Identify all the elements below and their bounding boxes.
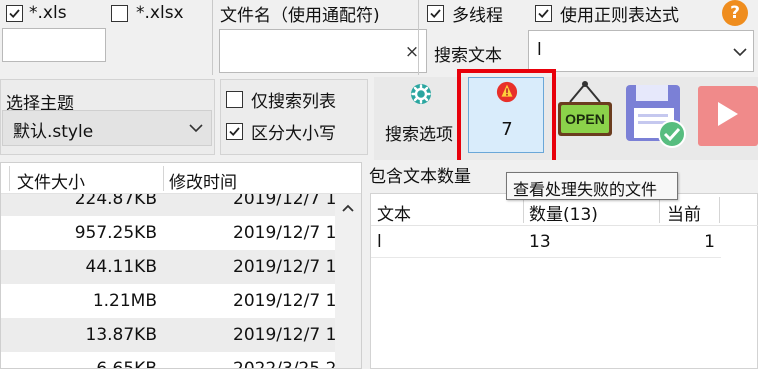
search-text-combobox[interactable]: l: [528, 30, 754, 72]
regex-checkbox[interactable]: 使用正则表达式: [535, 2, 679, 26]
size-cell: 6.65KB: [96, 359, 157, 369]
case-sensitive-label: 区分大小写: [251, 123, 336, 144]
column-header-size-label[interactable]: 文件大小: [17, 168, 85, 193]
table-body: 224.87KB 2019/12/7 1 957.25KB 2019/12/7 …: [1, 182, 335, 369]
play-icon: [718, 102, 738, 126]
theme-select[interactable]: 默认.style: [2, 110, 212, 146]
table-row[interactable]: 44.11KB 2019/12/7 1: [1, 250, 335, 284]
highlight-box: [457, 69, 556, 165]
table-row[interactable]: 6.65KB 2022/3/25 2: [1, 352, 335, 369]
open-button[interactable]: OPEN: [556, 80, 614, 146]
help-button[interactable]: ?: [722, 0, 748, 26]
size-cell: 957.25KB: [74, 223, 157, 243]
open-sign-text: OPEN: [565, 111, 605, 127]
chevron-up-icon[interactable]: [342, 204, 354, 212]
checkbox-box[interactable]: [226, 90, 243, 108]
header-separator: [523, 197, 524, 223]
time-cell: 2019/12/7 1: [233, 291, 335, 311]
column-header-modified-label[interactable]: 修改时间: [169, 168, 237, 193]
start-button[interactable]: [698, 86, 758, 146]
text-cell: l: [377, 232, 382, 252]
search-text-value: l: [537, 40, 542, 60]
search-list-only-checkbox[interactable]: 仅搜索列表: [226, 88, 336, 112]
header-separator: [659, 197, 660, 223]
header-separator: [163, 166, 164, 191]
checkbox-box[interactable]: [535, 4, 552, 22]
count-panel-title: 包含文本数量: [369, 167, 471, 187]
size-cell: 44.11KB: [85, 257, 157, 277]
multithread-label: 多线程: [452, 5, 503, 26]
search-text-label: 搜索文本: [434, 46, 502, 66]
case-sensitive-checkbox[interactable]: 区分大小写: [226, 120, 336, 144]
table-row[interactable]: 957.25KB 2019/12/7 1: [1, 216, 335, 250]
header-separator: [719, 197, 720, 223]
tooltip: 查看处理失败的文件: [506, 172, 678, 200]
count-cell: 13: [529, 232, 551, 252]
table-header-overlay: 文件大小 修改时间: [1, 163, 361, 194]
open-sign-icon: OPEN: [558, 81, 612, 136]
check-icon: [229, 126, 240, 136]
time-cell: 2019/12/7 1: [233, 223, 335, 243]
xlsx-label: *.xlsx: [136, 3, 184, 23]
tooltip-text: 查看处理失败的文件: [513, 180, 658, 199]
check-icon: [430, 8, 441, 18]
vertical-scrollbar[interactable]: [335, 194, 361, 368]
current-cell: 1: [704, 232, 715, 252]
checkbox-box[interactable]: [111, 4, 128, 22]
time-cell: 2019/12/7 1: [233, 325, 335, 345]
count-table: 文本 数量(13) 当前 l 13 1: [370, 193, 758, 369]
theme-selected-value: 默认.style: [13, 122, 94, 142]
multithread-checkbox[interactable]: 多线程: [427, 2, 503, 26]
header-separator: [9, 166, 10, 191]
time-cell: 2022/3/25 2: [233, 359, 335, 369]
search-options-button[interactable]: 搜索选项: [376, 78, 464, 158]
checkbox-box[interactable]: [226, 122, 243, 140]
size-cell: 13.87KB: [85, 325, 157, 345]
regex-label: 使用正则表达式: [560, 5, 679, 26]
clear-filename-button[interactable]: ×: [400, 40, 424, 64]
search-list-only-label: 仅搜索列表: [251, 91, 336, 112]
extension-input[interactable]: [2, 28, 106, 62]
column-header-text[interactable]: 文本: [377, 200, 411, 225]
xls-label: *.xls: [29, 3, 67, 23]
checkbox-box[interactable]: [427, 4, 444, 22]
size-cell: 1.21MB: [92, 291, 157, 311]
divider: [212, 0, 213, 75]
table-row[interactable]: 1.21MB 2019/12/7 1: [1, 284, 335, 318]
close-icon: ×: [404, 42, 420, 62]
chevron-down-icon[interactable]: [733, 48, 747, 57]
filename-input[interactable]: [219, 29, 427, 73]
column-header-count[interactable]: 数量(13): [529, 200, 598, 225]
question-icon: ?: [730, 3, 740, 23]
time-cell: 2019/12/7 1: [233, 257, 335, 277]
checkbox-box[interactable]: [6, 4, 23, 22]
search-options-label: 搜索选项: [385, 125, 453, 145]
save-button[interactable]: [624, 82, 688, 148]
divider: [418, 0, 419, 75]
check-icon: [538, 8, 549, 18]
xlsx-checkbox[interactable]: *.xlsx: [111, 2, 184, 24]
column-header-current[interactable]: 当前: [667, 200, 701, 225]
xls-checkbox[interactable]: *.xls: [6, 2, 67, 24]
filename-label: 文件名（使用通配符): [220, 6, 380, 26]
file-table: 文件大小 修改时间 224.87KB 2019/12/7 1 957.25KB …: [0, 162, 362, 369]
gear-icon: [411, 84, 431, 104]
check-icon: [9, 8, 20, 18]
table-row[interactable]: l 13 1: [371, 226, 721, 258]
table-row[interactable]: 13.87KB 2019/12/7 1: [1, 318, 335, 352]
save-check-icon: [626, 85, 686, 148]
chevron-down-icon[interactable]: [189, 124, 203, 133]
